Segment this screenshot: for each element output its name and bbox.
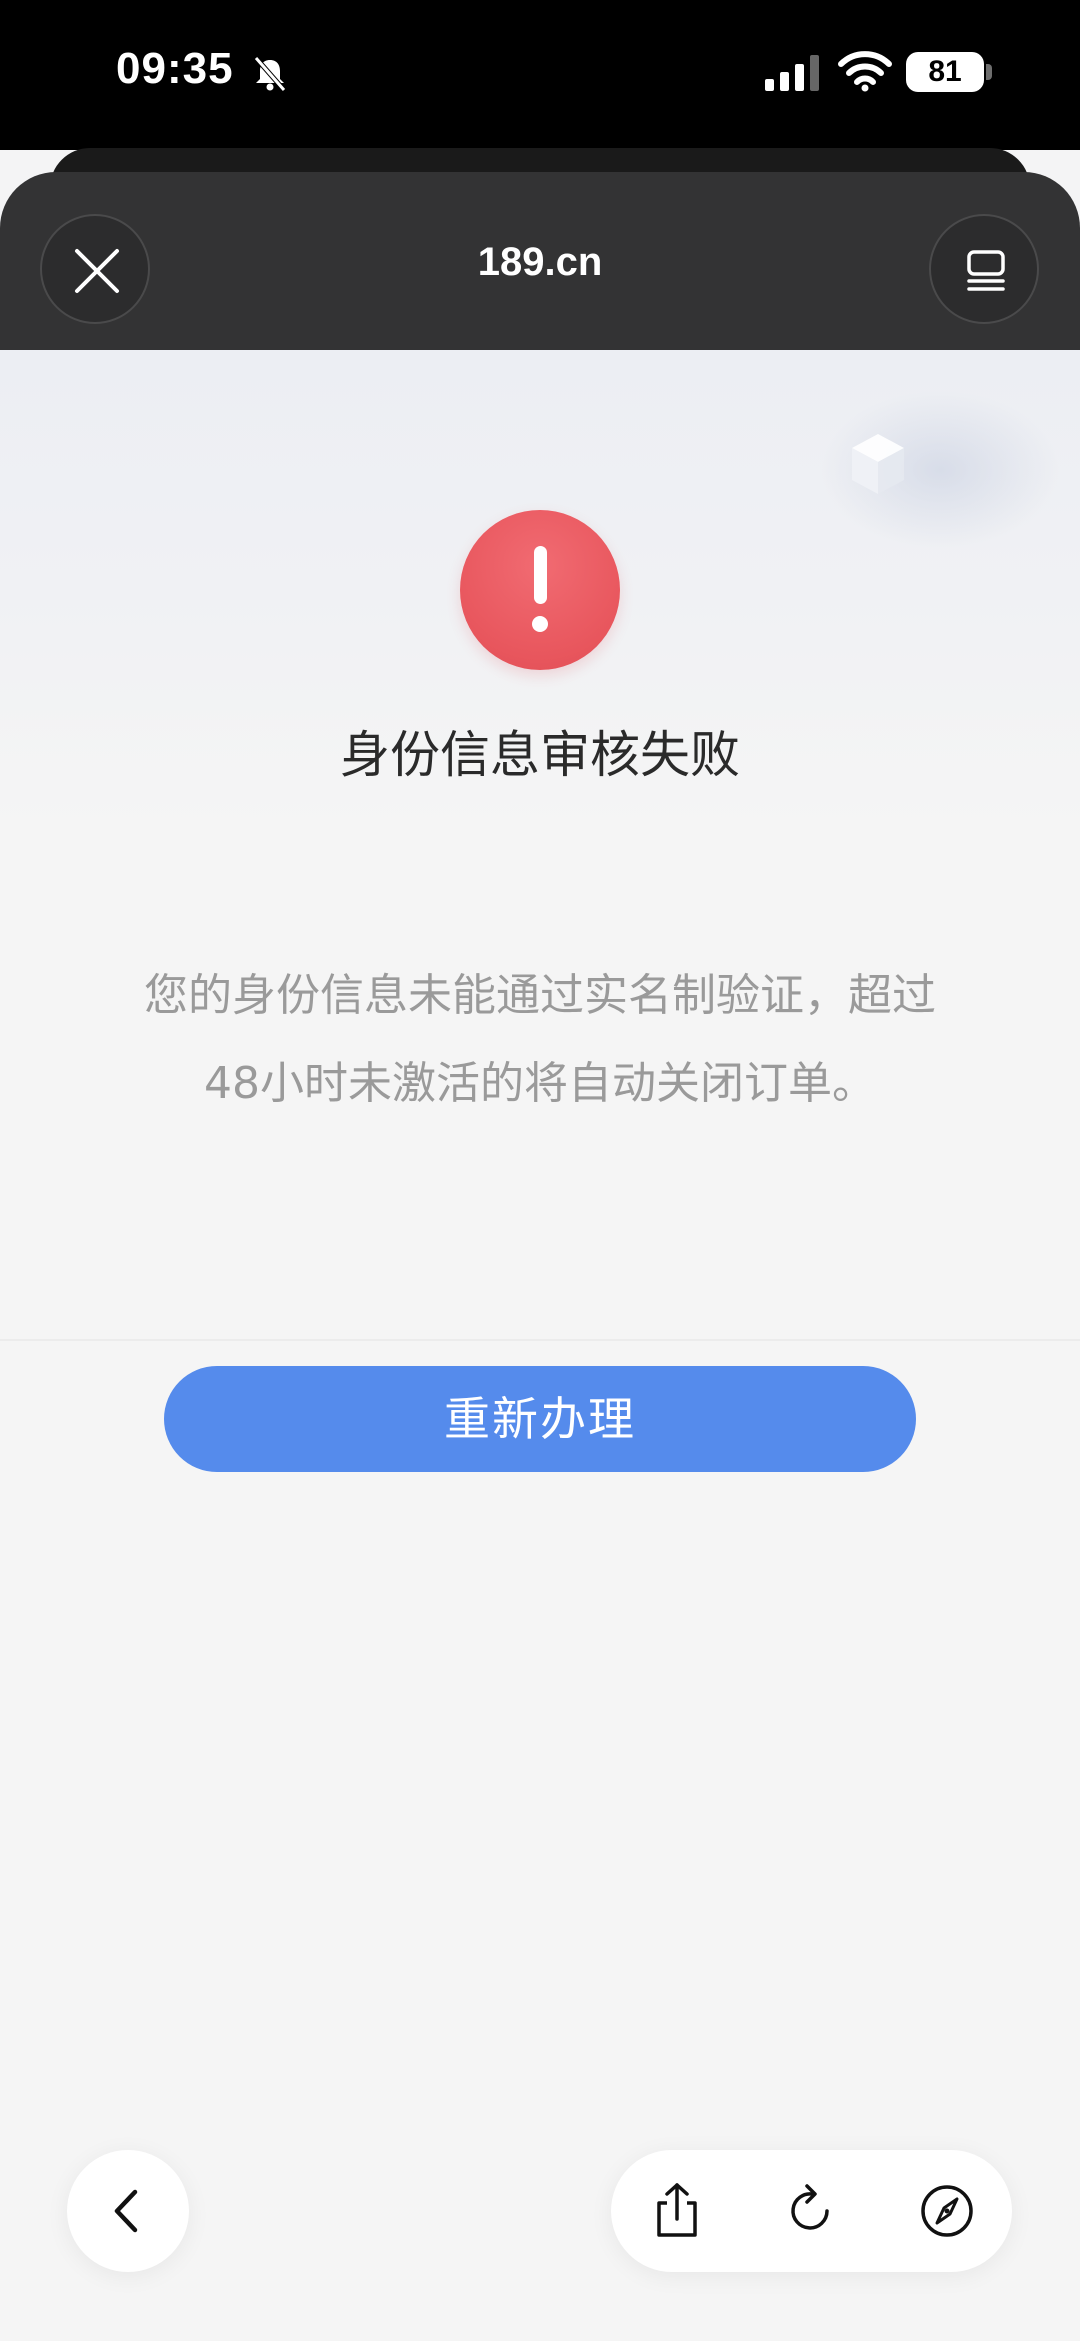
page-content: 身份信息审核失败 您的身份信息未能通过实名制验证，超过 48小时未激活的将自动关… (0, 350, 1080, 2341)
mute-icon (254, 56, 286, 92)
back-icon (114, 2189, 138, 2233)
browser-toolbar (611, 2150, 1012, 2272)
page-title: 身份信息审核失败 (340, 726, 740, 784)
status-message-line-1: 您的身份信息未能通过实名制验证，超过 (144, 970, 936, 1021)
back-button[interactable] (67, 2150, 189, 2272)
tab-overview-icon (967, 250, 1005, 291)
signal-icon (765, 55, 819, 91)
page-domain: 189.cn (477, 240, 603, 284)
browser-header: 189.cn (0, 172, 1080, 350)
alert-icon (460, 510, 620, 670)
divider (0, 1339, 1080, 1341)
status-message: 您的身份信息未能通过实名制验证，超过 48小时未激活的将自动关闭订单。 (100, 952, 980, 1128)
compass-icon[interactable] (917, 2181, 977, 2241)
reload-icon[interactable] (781, 2181, 841, 2241)
status-message-line-2: 48小时未激活的将自动关闭订单。 (204, 1058, 876, 1109)
tab-overview-button[interactable] (929, 214, 1039, 324)
alert-mark-dot (532, 616, 548, 632)
battery-indicator: 81 (906, 52, 984, 92)
reapply-button[interactable]: 重新办理 (164, 1366, 916, 1472)
share-icon[interactable] (647, 2181, 707, 2241)
battery-tip (986, 64, 992, 80)
wifi-icon (838, 51, 892, 92)
status-bar: 09:35 81 (0, 0, 1080, 150)
cube-decoration (852, 434, 904, 494)
status-time: 09:35 (116, 44, 234, 93)
alert-mark-bar (534, 546, 547, 604)
